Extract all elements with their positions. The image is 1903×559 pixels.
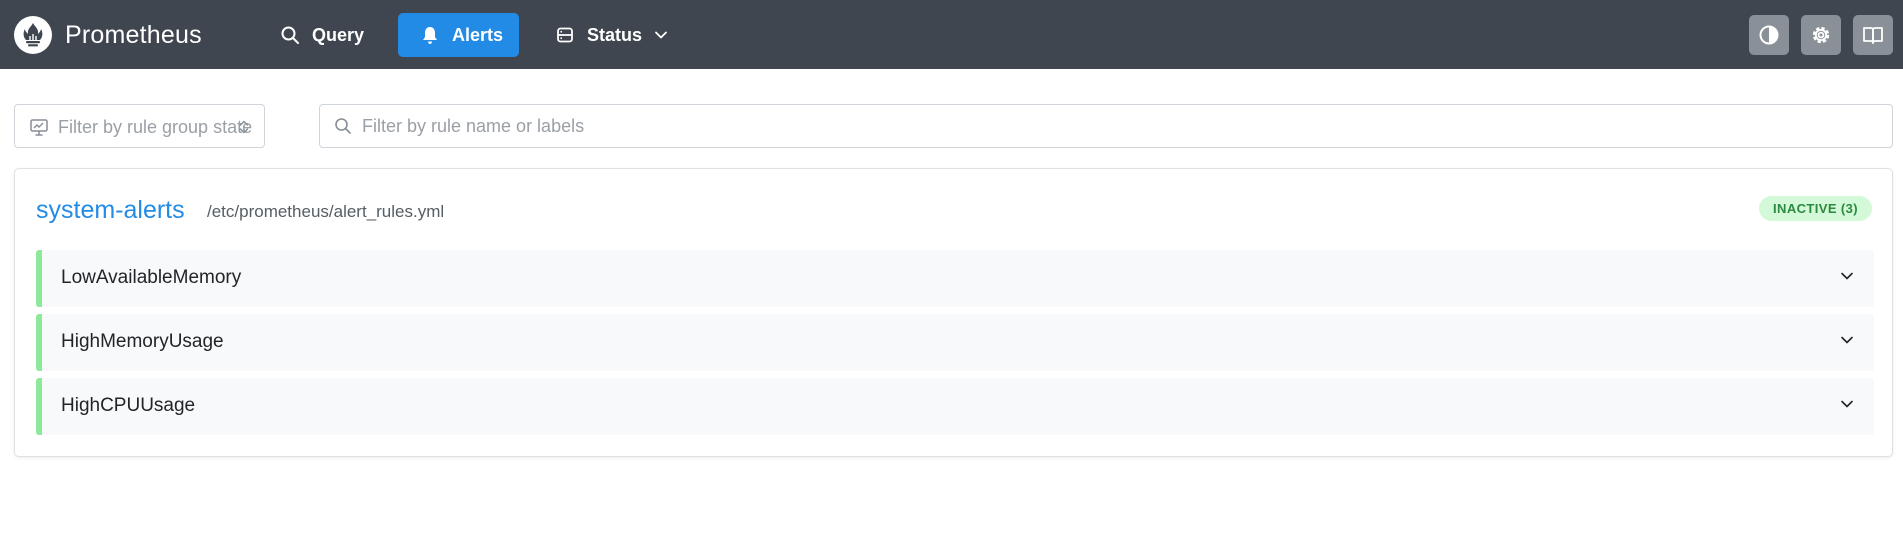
rule-group-card: system-alerts /etc/prometheus/alert_rule… — [14, 168, 1893, 457]
app-title: Prometheus — [65, 20, 202, 49]
theme-toggle-button[interactable] — [1749, 15, 1789, 55]
nav-alerts-button[interactable]: Alerts — [398, 13, 519, 57]
nav-status-menu[interactable]: Status — [548, 13, 678, 57]
selector-icon — [239, 120, 249, 134]
rule-group-state-placeholder: Filter by rule group state — [58, 117, 253, 137]
contrast-icon — [1759, 25, 1779, 45]
nav-query-label: Query — [312, 24, 365, 45]
rule-name-input[interactable] — [362, 113, 1862, 139]
chevron-down-icon — [1841, 400, 1853, 408]
chevron-down-icon — [1841, 336, 1853, 344]
search-icon — [335, 118, 351, 134]
chevron-down-icon — [655, 31, 667, 39]
alert-rule-name: HighMemoryUsage — [61, 331, 224, 352]
prometheus-logo-icon — [14, 16, 52, 54]
nav-status-label: Status — [587, 24, 643, 45]
alert-rule-item[interactable]: HighCPUUsage — [36, 378, 1874, 435]
alert-rule-name: HighCPUUsage — [61, 395, 196, 416]
bell-icon — [423, 27, 437, 44]
search-icon — [281, 26, 299, 44]
nav-alerts-label: Alerts — [452, 24, 504, 45]
presentation-icon — [30, 119, 48, 136]
rule-group-state-filter[interactable]: Filter by rule group state — [14, 104, 265, 148]
status-badge: INACTIVE (3) — [1759, 196, 1872, 221]
documentation-button[interactable] — [1853, 15, 1893, 55]
alert-rule-name: LowAvailableMemory — [61, 267, 242, 288]
alert-rule-item[interactable]: LowAvailableMemory — [36, 250, 1874, 307]
top-navigation-bar: Prometheus Query Alerts Status — [0, 0, 1903, 69]
rule-name-filter[interactable] — [319, 104, 1893, 148]
server-icon — [557, 27, 573, 43]
book-icon — [1863, 27, 1883, 44]
chevron-down-icon — [1841, 272, 1853, 280]
rule-group-file: /etc/prometheus/alert_rules.yml — [207, 202, 445, 221]
gear-icon — [1812, 26, 1830, 44]
brand[interactable]: Prometheus — [14, 15, 202, 55]
settings-button[interactable] — [1801, 15, 1841, 55]
nav-query-button[interactable]: Query — [270, 13, 378, 57]
rule-group-name: system-alerts — [36, 196, 185, 224]
alert-rule-item[interactable]: HighMemoryUsage — [36, 314, 1874, 371]
